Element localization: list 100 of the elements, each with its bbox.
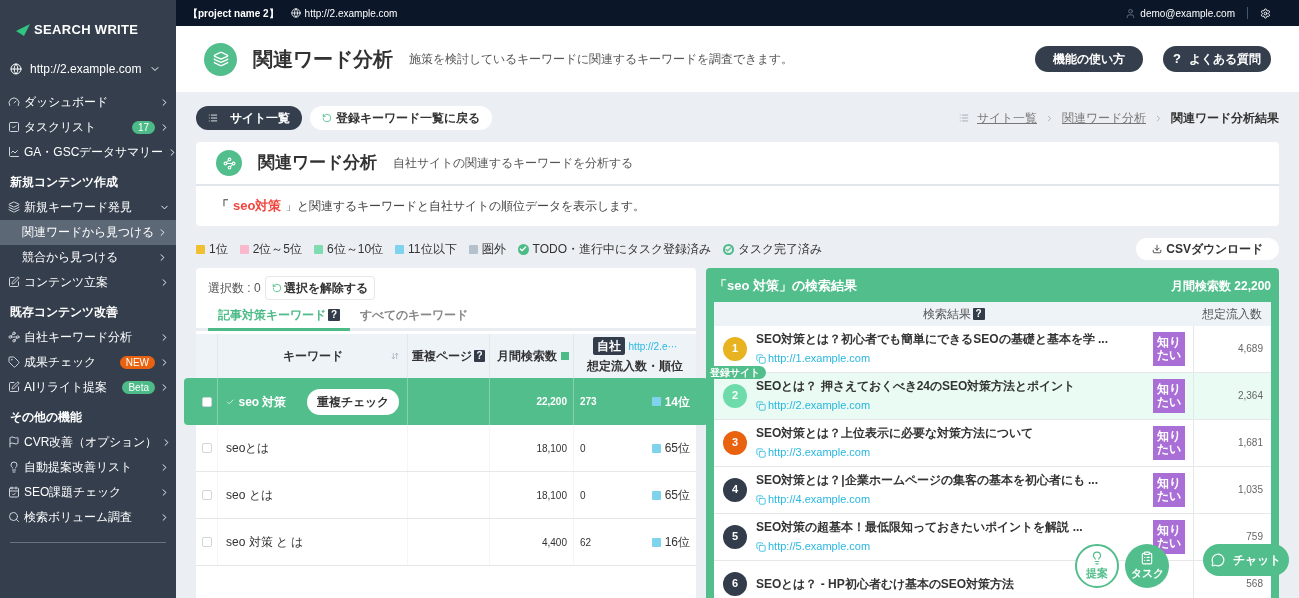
legend-label: 1位 <box>209 241 228 258</box>
column-header: 想定流入数 <box>1202 305 1262 323</box>
breadcrumb-item[interactable]: サイト一覧 <box>977 109 1037 127</box>
site-list-button[interactable]: サイト一覧 <box>196 106 302 130</box>
line-graph-icon <box>216 150 242 176</box>
search-icon <box>8 511 20 523</box>
tab[interactable]: 記事対策キーワード ? <box>208 306 350 331</box>
sidebar-item[interactable]: SEO課題チェック <box>0 479 176 505</box>
lightbulb-icon <box>1090 550 1104 565</box>
help-icon: ? <box>972 307 985 320</box>
column-header: キーワード <box>282 348 343 365</box>
row-checkbox[interactable] <box>201 396 212 407</box>
undo-icon <box>322 113 332 123</box>
pen-icon <box>8 276 20 288</box>
sort-icon <box>561 352 569 360</box>
traffic-cell-text: 0 <box>580 441 586 456</box>
sidebar-heading: 既存コンテンツ改善 <box>9 303 119 321</box>
undo-icon <box>271 283 282 293</box>
rank-badge: 3 <box>723 430 747 455</box>
user-icon <box>1125 7 1137 19</box>
sidebar-item[interactable]: 新規キーワード発見 <box>0 194 176 220</box>
traffic-cell-text: 568 <box>1246 577 1263 591</box>
keyword-row[interactable]: seo 対策 と は 4,400 62 16位 <box>196 519 696 566</box>
intent-tag: 知りたい <box>1153 331 1185 366</box>
sidebar-subitem[interactable]: 競合から見つける <box>0 244 176 270</box>
panel-title: 「seo 対策」の検索結果 <box>714 277 857 295</box>
monthly-volume: 月間検索数 22,200 <box>1170 277 1271 295</box>
row-checkbox[interactable] <box>201 537 212 547</box>
keyword-cell-text: seo 対策 <box>238 393 288 411</box>
rank-badge: 6 <box>723 571 747 596</box>
sidebar-heading: 新規コンテンツ作成 <box>9 173 119 191</box>
layers-icon <box>204 42 237 76</box>
gauge-icon <box>8 96 20 108</box>
back-button[interactable]: 登録キーワード一覧に戻る <box>310 106 492 130</box>
sidebar-item[interactable]: ダッシュボード <box>0 89 176 115</box>
layers-icon <box>8 201 20 213</box>
volume-cell-text: 18,100 <box>536 488 567 503</box>
legend-label: 2位～5位 <box>252 241 303 258</box>
calendar-check-icon <box>8 486 20 498</box>
sidebar-item[interactable]: GA・GSCデータサマリー <box>0 139 176 165</box>
help-icon: ? <box>328 309 340 321</box>
keyword-cell-text: seo とは <box>226 487 274 504</box>
intent-tag: 知りたい <box>1153 472 1185 507</box>
chat-icon <box>1211 553 1225 567</box>
sidebar-item[interactable]: タスクリスト 17 <box>0 114 176 140</box>
download-icon <box>1152 244 1163 254</box>
result-row[interactable]: 4 SEO対策とは？|企業ホームページの集客の基本を初心者にも ... http://4.example.com 知りたい 1,035 <box>714 466 1271 514</box>
keyword-row[interactable]: seo とは 18,100 0 65位 <box>196 472 696 519</box>
sidebar-subitem[interactable]: 関連ワードから見つける <box>0 219 176 245</box>
sidebar-badge: Beta <box>122 380 155 394</box>
faq-button[interactable]: ? よくある質問 <box>1163 46 1271 72</box>
sidebar-item[interactable]: 検索ボリューム調査 <box>0 504 176 530</box>
result-title: SEO対策とは？初心者でも簡単にできるSEOの基礎と基本を学 ... <box>756 331 1109 349</box>
sidebar-item[interactable]: AIリライト提案 Beta <box>0 374 176 400</box>
logo-icon <box>16 23 30 36</box>
legend-label: TODO・進行中にタスク登録済み <box>532 241 711 258</box>
settings-icon[interactable] <box>1260 7 1271 19</box>
rank-badge: 5 <box>723 524 747 549</box>
column-header: 月間検索数 <box>497 348 557 365</box>
row-checkbox[interactable] <box>201 490 212 500</box>
sidebar-item[interactable]: 成果チェック NEW <box>0 349 176 375</box>
site-url: http://2.example.com <box>304 6 398 21</box>
legend-label: タスク完了済み <box>738 241 822 258</box>
traffic-cell-text: 1,035 <box>1237 483 1263 497</box>
column-header: 想定流入数・順位 <box>587 358 683 375</box>
sidebar-item[interactable]: CVR改善（オプション） <box>0 429 176 455</box>
keyword-row[interactable]: seoとは 18,100 0 65位 <box>196 425 696 472</box>
result-title: SEOとは？ 押さえておくべき24のSEO対策方法とポイント <box>756 378 1076 396</box>
csv-download-button[interactable]: CSVダウンロード <box>1136 238 1279 260</box>
sidebar-item[interactable]: コンテンツ立案 <box>0 269 176 295</box>
result-row[interactable]: 3 SEO対策とは？上位表示に必要な対策方法について http://3.example.com 知りたい 1,681 <box>714 419 1271 467</box>
sidebar-badge: 17 <box>131 120 155 134</box>
chevron-right-icon <box>1045 113 1054 123</box>
traffic-cell-text: 759 <box>1246 530 1263 544</box>
lightbulb-icon <box>8 461 20 473</box>
row-checkbox[interactable] <box>201 443 212 453</box>
keyword-row[interactable]: seo 対策 重複チェック 22,200 273 14位 <box>184 378 708 425</box>
tab[interactable]: すべてのキーワード <box>350 306 478 331</box>
how-to-use-button[interactable]: 機能の使い方 <box>1035 46 1143 72</box>
chevron-right-icon <box>1154 113 1163 123</box>
clear-selection-button[interactable]: 選択を解除する <box>264 276 375 300</box>
chart-icon <box>8 146 20 158</box>
volume-cell-text: 4,400 <box>541 535 567 550</box>
sidebar-item[interactable]: 自社キーワード分析 <box>0 324 176 350</box>
line-graph-icon <box>8 331 20 343</box>
page-description: 施策を検討しているキーワードに関連するキーワードを調査できます。 <box>409 51 793 68</box>
chevron-right-icon <box>157 251 168 263</box>
flag-icon <box>8 436 20 448</box>
duplicate-check-button[interactable]: 重複チェック <box>307 388 399 415</box>
checkbox-icon <box>8 121 20 133</box>
result-title: SEO対策とは？|企業ホームページの集客の基本を初心者にも ... <box>756 472 1099 490</box>
globe-icon <box>290 8 301 18</box>
traffic-cell-text: 4,689 <box>1237 342 1263 356</box>
sidebar-item[interactable]: 自動提案改善リスト <box>0 454 176 480</box>
traffic-cell-text: 62 <box>580 535 592 550</box>
site-selector[interactable]: http://2.example.com <box>0 51 176 86</box>
traffic-cell-text: 2,364 <box>1237 389 1263 403</box>
breadcrumb-item[interactable]: 関連ワード分析 <box>1062 109 1146 127</box>
column-header: 検索結果 <box>922 305 971 323</box>
rank-cell-text: 16位 <box>664 534 690 551</box>
